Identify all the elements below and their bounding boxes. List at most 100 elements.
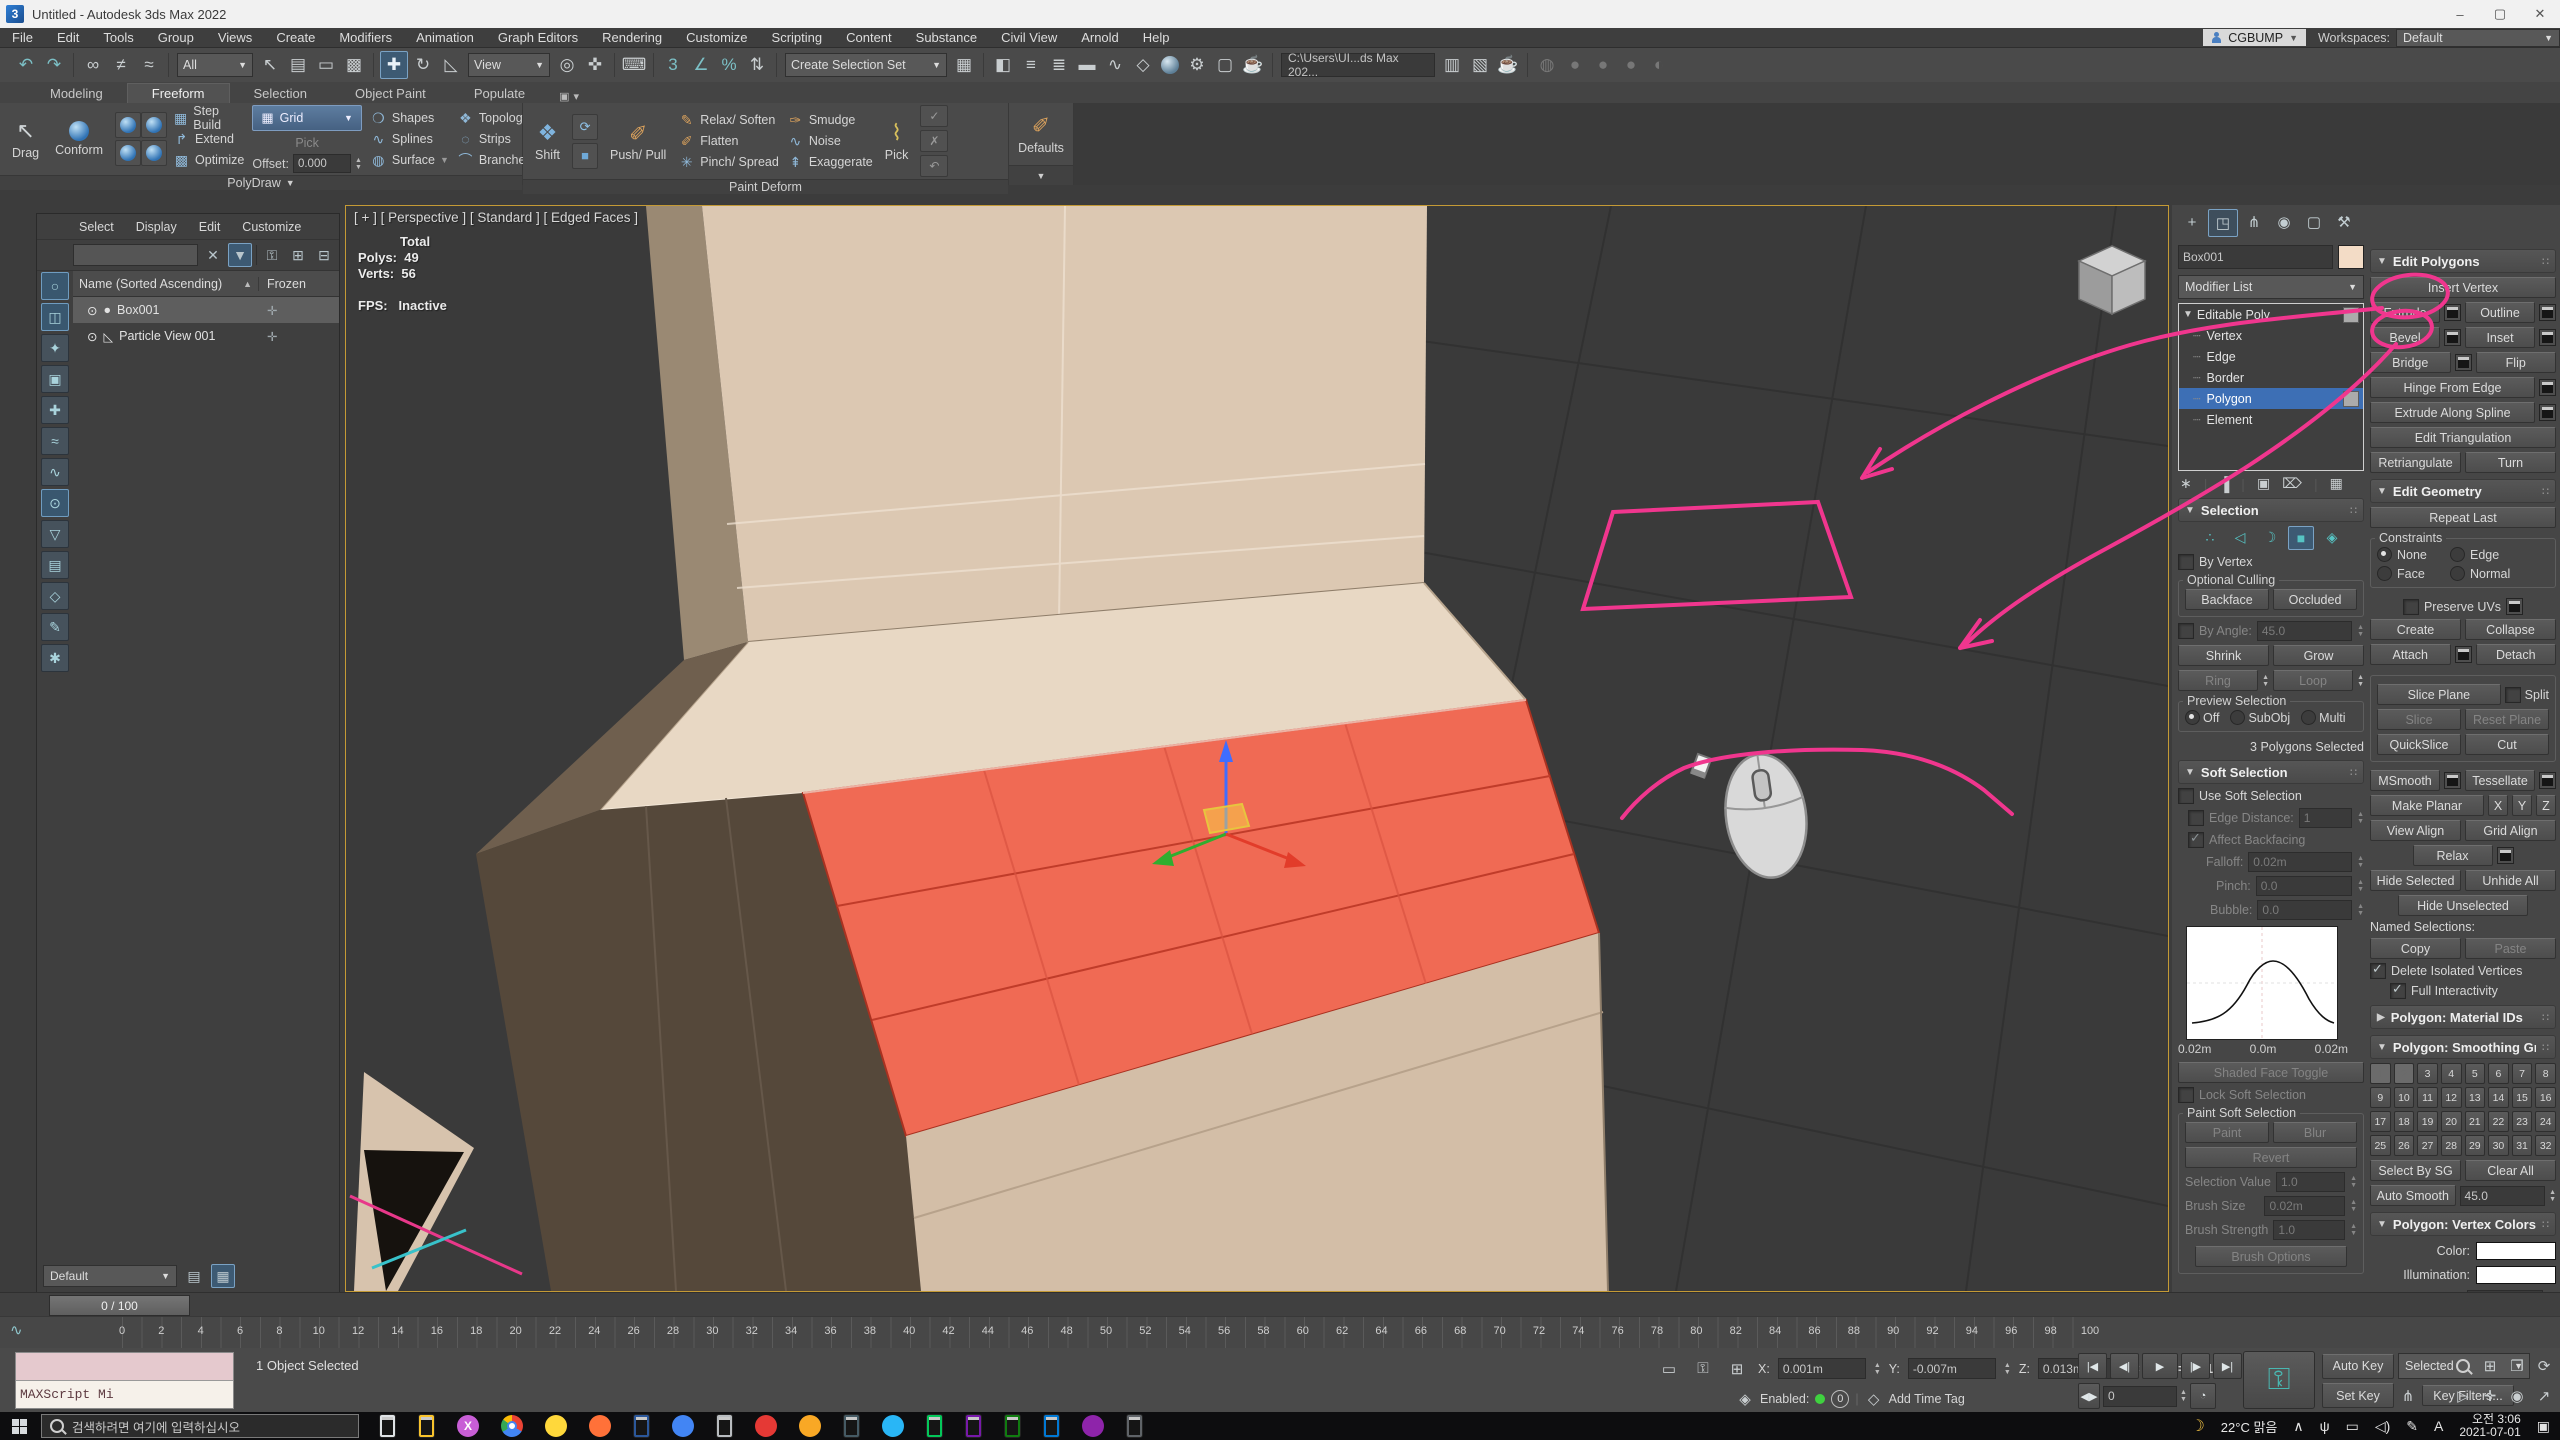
smoothing-group-20[interactable]: 20 (2441, 1111, 2462, 1132)
menu-scripting[interactable]: Scripting (760, 28, 835, 47)
element-subobject-icon[interactable]: ◈ (2320, 526, 2344, 548)
tab-modeling[interactable]: Modeling (26, 84, 127, 103)
zoom-extents-icon[interactable]: ❒ (2504, 1353, 2530, 1378)
quickslice-button[interactable]: QuickSlice (2377, 734, 2461, 755)
material-editor-icon[interactable] (1161, 56, 1179, 74)
pinch-spread-tool[interactable]: ✳Pinch/ Spread (678, 153, 779, 172)
microphone-icon[interactable]: ψ (2320, 1418, 2330, 1434)
affect-backfacing-checkbox[interactable] (2188, 832, 2204, 848)
smoothing-group-15[interactable]: 15 (2512, 1087, 2533, 1108)
smoothing-group-13[interactable]: 13 (2465, 1087, 2486, 1108)
enabled-count-badge[interactable]: 0 (1831, 1390, 1849, 1408)
planar-y-button[interactable]: Y (2512, 795, 2532, 816)
menu-content[interactable]: Content (834, 28, 904, 47)
ring-button[interactable]: Ring (2178, 670, 2258, 691)
stack-item-polygon[interactable]: Polygon (2179, 388, 2363, 409)
display-filter-icon-3[interactable]: ▣ (41, 365, 69, 393)
menu-create[interactable]: Create (264, 28, 327, 47)
taskbar-app-icon-10[interactable] (755, 1415, 777, 1437)
menu-customize[interactable]: Customize (674, 28, 759, 47)
stack-item-border[interactable]: Border (2179, 367, 2363, 388)
state-a-icon[interactable]: ● (1562, 52, 1588, 78)
revert-button[interactable]: ↶ (920, 155, 948, 177)
modify-panel-tab[interactable]: ◳ (2208, 209, 2238, 237)
ribbon-config-dropdown[interactable]: ▣▾ (559, 90, 579, 103)
edit-geometry-rollout-header[interactable]: ▼Edit Geometry∷ (2370, 479, 2556, 503)
constraint-face-radio[interactable] (2377, 566, 2392, 581)
weather-temp[interactable]: 22°C 맑음 (2221, 1417, 2278, 1436)
menu-tools[interactable]: Tools (91, 28, 145, 47)
explorer-search-input[interactable] (73, 244, 198, 266)
perspective-viewport[interactable]: [ + ] [ Perspective ] [ Standard ] [ Edg… (345, 205, 2169, 1292)
blur-button[interactable]: Blur (2273, 1122, 2357, 1143)
visibility-eye-icon[interactable]: ⊙ (87, 303, 97, 318)
time-slider[interactable]: 0 / 100 (0, 1292, 2560, 1317)
previous-frame-button[interactable]: ◀| (2110, 1353, 2139, 1379)
field-of-view-icon[interactable]: ▷ (2450, 1383, 2476, 1408)
enabled-status-dot[interactable] (1815, 1394, 1825, 1404)
edit-triangulation-button[interactable]: Edit Triangulation (2370, 427, 2556, 448)
smoothing-group-9[interactable]: 9 (2370, 1087, 2391, 1108)
smoothing-group-28[interactable]: 28 (2441, 1135, 2462, 1156)
conform-tool[interactable]: Conform (51, 121, 107, 157)
menu-modifiers[interactable]: Modifiers (327, 28, 404, 47)
bevel-settings-icon[interactable] (2444, 329, 2461, 346)
select-and-link-icon[interactable]: ∞ (80, 52, 106, 78)
create-panel-tab[interactable]: + (2178, 209, 2206, 235)
grow-button[interactable]: Grow (2273, 645, 2364, 666)
display-filter-icon-10[interactable]: ◇ (41, 582, 69, 610)
paint-button[interactable]: Paint (2185, 1122, 2269, 1143)
edge-distance-checkbox[interactable] (2188, 810, 2204, 826)
push-pull-tool[interactable]: ✐Push/ Pull (606, 121, 670, 162)
scene-converter-icon[interactable]: ▧ (1467, 52, 1493, 78)
select-object-icon[interactable]: ↖ (257, 52, 283, 78)
conform-move-tool[interactable] (115, 112, 141, 138)
msmooth-button[interactable]: MSmooth (2370, 770, 2440, 791)
outline-button[interactable]: Outline (2465, 302, 2535, 323)
state-b-icon[interactable]: ● (1590, 52, 1616, 78)
msmooth-settings-icon[interactable] (2444, 772, 2461, 789)
auto-smooth-angle-field[interactable]: 45.0 (2460, 1186, 2546, 1206)
soft-selection-rollout-header[interactable]: ▼Soft Selection∷ (2178, 760, 2364, 784)
smoothing-group-21[interactable]: 21 (2465, 1111, 2486, 1132)
state-c-icon[interactable]: ● (1618, 52, 1644, 78)
offset-spinner[interactable]: ▲▼ (355, 157, 362, 171)
copy-button[interactable]: Copy (2370, 938, 2461, 959)
smoothing-group-1[interactable]: 1 (2370, 1063, 2391, 1084)
optimize-tool[interactable]: ▩Optimize (173, 151, 244, 170)
slice-button[interactable]: Slice (2377, 709, 2461, 730)
curve-editor-icon[interactable]: ∿ (1102, 52, 1128, 78)
smoothing-group-32[interactable]: 32 (2535, 1135, 2556, 1156)
expand-hierarchy-icon[interactable]: ⊞ (287, 244, 309, 266)
workspace-dropdown[interactable]: Default▼ (2396, 29, 2560, 47)
named-selection-set-dropdown[interactable]: Create Selection Set▼ (785, 53, 947, 77)
material-ids-rollout-header[interactable]: ▶Polygon: Material IDs∷ (2370, 1005, 2556, 1029)
relax-settings-icon[interactable] (2497, 847, 2514, 864)
attach-button[interactable]: Attach (2370, 644, 2451, 665)
taskbar-app-icon-5[interactable] (545, 1415, 567, 1437)
pin-stack-icon[interactable]: ∗ (2180, 475, 2192, 492)
selection-lock-region-icon[interactable]: ▭ (1656, 1356, 1682, 1381)
pen-icon[interactable]: ✎ (2406, 1418, 2418, 1435)
tessellate-button[interactable]: Tessellate (2465, 770, 2535, 791)
smoothing-groups-rollout-header[interactable]: ▼Polygon: Smoothing Group∷ (2370, 1035, 2556, 1059)
display-filter-icon-1[interactable]: ◫ (41, 303, 69, 331)
maximize-button[interactable]: ▢ (2480, 0, 2520, 28)
noise-tool[interactable]: ∿Noise (787, 132, 873, 151)
loop-button[interactable]: Loop (2273, 670, 2353, 691)
time-configuration-icon[interactable]: ◔ (2190, 1383, 2216, 1409)
smoothing-group-11[interactable]: 11 (2417, 1087, 2438, 1108)
x-coordinate-field[interactable]: 0.001m (1778, 1358, 1866, 1379)
shapes-tool[interactable]: ❍Shapes (370, 109, 449, 128)
tab-object-paint[interactable]: Object Paint (331, 84, 450, 103)
action-center-icon[interactable]: ▣ (2537, 1418, 2550, 1435)
select-by-sg-button[interactable]: Select By SG (2370, 1160, 2461, 1181)
y-coordinate-field[interactable]: -0.007m (1908, 1358, 1996, 1379)
full-interactivity-checkbox[interactable] (2390, 983, 2406, 999)
taskbar-app-icon-12[interactable]: ✉ (843, 1414, 860, 1438)
object-name-field[interactable]: Box001 (2178, 245, 2333, 269)
explorer-layout-icon[interactable]: ▦ (211, 1264, 235, 1288)
configure-modifier-sets-icon[interactable]: ▦ (2330, 475, 2343, 492)
menu-civil-view[interactable]: Civil View (989, 28, 1069, 47)
edit-polygons-rollout-header[interactable]: ▼Edit Polygons∷ (2370, 249, 2556, 273)
